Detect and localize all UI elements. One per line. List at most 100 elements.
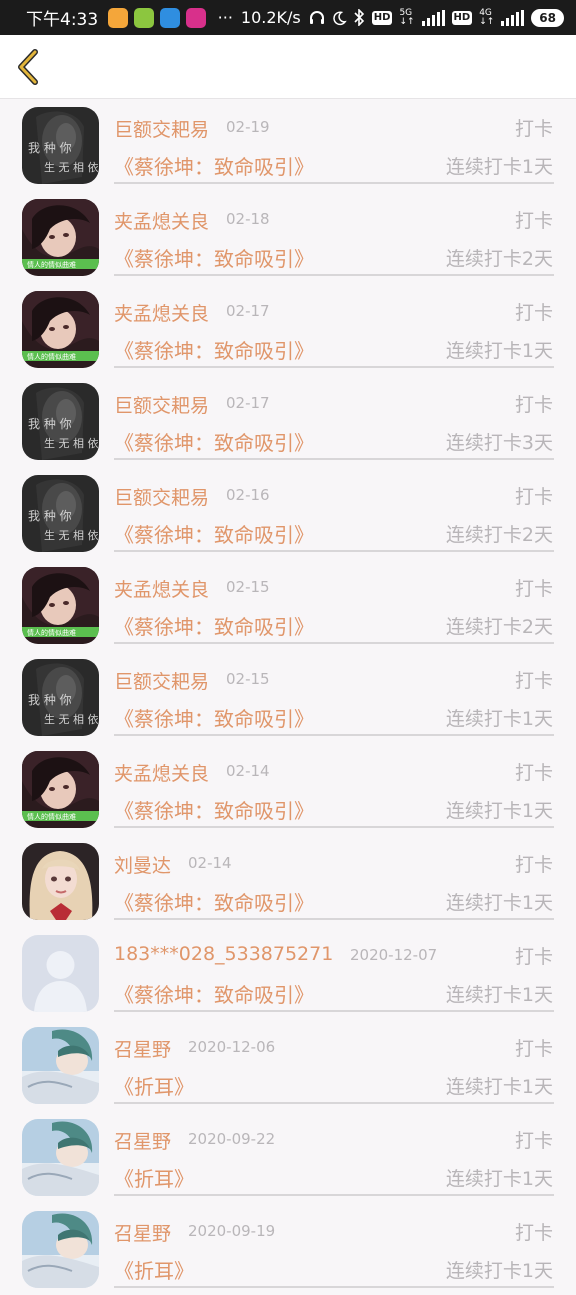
checkin-button[interactable]: 打卡 <box>515 850 553 877</box>
book-title-link[interactable]: 《蔡徐坤：致命吸引》 <box>114 795 314 824</box>
list-item[interactable]: 召星野 2020-09-19 打卡 《折耳》 连续打卡1天 <box>0 1203 576 1295</box>
checkin-button[interactable]: 打卡 <box>515 574 553 601</box>
checkin-streak: 连续打卡1天 <box>445 1076 553 1098</box>
user-name[interactable]: 夹孟熄关良 <box>114 207 209 234</box>
book-title-link[interactable]: 《蔡徐坤：致命吸引》 <box>114 979 314 1008</box>
more-notifications-icon: ··· <box>217 8 233 27</box>
book-title-link[interactable]: 《蔡徐坤：致命吸引》 <box>114 887 314 916</box>
user-name[interactable]: 巨额交耙易 <box>114 667 209 694</box>
avatar[interactable] <box>22 843 99 920</box>
divider <box>114 734 554 736</box>
checkin-date: 02-14 <box>188 854 232 872</box>
checkin-button[interactable]: 打卡 <box>515 1218 553 1245</box>
divider <box>114 366 554 368</box>
avatar[interactable] <box>22 1027 99 1104</box>
signal-strength-icon <box>501 9 525 26</box>
book-title-link[interactable]: 《蔡徐坤：致命吸引》 <box>114 519 314 548</box>
user-name[interactable]: 召星野 <box>114 1127 171 1154</box>
user-name[interactable]: 巨额交耙易 <box>114 391 209 418</box>
divider <box>114 1102 554 1104</box>
app-notification-icon <box>186 7 207 28</box>
svg-text:生 无 相 依: 生 无 相 依 <box>44 436 99 450</box>
avatar[interactable]: 我 种 你 生 无 相 依 <box>22 475 99 552</box>
list-item[interactable]: 我 种 你 生 无 相 依 巨额交耙易 02-19 打卡 《蔡徐坤：致命吸引》 连续打卡… <box>0 99 576 191</box>
checkin-button[interactable]: 打卡 <box>515 666 553 693</box>
svg-text:我 种 你: 我 种 你 <box>28 417 72 431</box>
checkin-button[interactable]: 打卡 <box>515 1126 553 1153</box>
svg-text:我 种 你: 我 种 你 <box>28 509 72 523</box>
checkin-button[interactable]: 打卡 <box>515 482 553 509</box>
book-title-link[interactable]: 《蔡徐坤：致命吸引》 <box>114 703 314 732</box>
divider <box>114 182 554 184</box>
book-title-link[interactable]: 《蔡徐坤：致命吸引》 <box>114 427 314 456</box>
avatar[interactable] <box>22 1119 99 1196</box>
nav-bar <box>0 35 576 99</box>
avatar[interactable]: 我 种 你 生 无 相 依 <box>22 107 99 184</box>
app-notification-icon <box>134 7 155 28</box>
list-item[interactable]: 召星野 2020-12-06 打卡《折耳》 连续打卡1天 <box>0 1019 576 1111</box>
checkin-date: 02-17 <box>226 302 270 320</box>
user-name[interactable]: 夹孟熄关良 <box>114 759 209 786</box>
checkin-button[interactable]: 打卡 <box>515 114 553 141</box>
checkin-list: 我 种 你 生 无 相 依 巨额交耙易 02-19 打卡 《蔡徐坤：致命吸引》 连续打卡… <box>0 99 576 1295</box>
checkin-button[interactable]: 打卡 <box>515 390 553 417</box>
list-item[interactable]: 183***028_533875271 2020-12-07 打卡《蔡徐坤：致命吸引… <box>0 927 576 1019</box>
book-title-link[interactable]: 《折耳》 <box>114 1163 194 1192</box>
user-name[interactable]: 夹孟熄关良 <box>114 299 209 326</box>
list-item[interactable]: 我 种 你 生 无 相 依 巨额交耙易 02-15 打卡 《蔡徐坤：致命吸引》 连续打卡… <box>0 651 576 743</box>
svg-text:我 种 你: 我 种 你 <box>28 141 72 155</box>
divider <box>114 642 554 644</box>
list-item[interactable]: 召星野 2020-09-22 打卡 《折耳》 连续打卡1天 <box>0 1111 576 1203</box>
list-item[interactable]: 情人的情似曲难 夹孟熄关良 02-15 打卡 《蔡徐坤：致命吸引》 连续打卡2天 <box>0 559 576 651</box>
svg-text:我 种 你: 我 种 你 <box>28 693 72 707</box>
avatar[interactable] <box>22 1211 99 1288</box>
avatar[interactable]: 情人的情似曲难 <box>22 567 99 644</box>
back-button[interactable] <box>10 47 46 87</box>
checkin-button[interactable]: 打卡 <box>515 298 553 325</box>
checkin-button[interactable]: 打卡 <box>515 942 553 969</box>
checkin-date: 2020-09-19 <box>188 1222 276 1240</box>
list-item[interactable]: 我 种 你 生 无 相 依 巨额交耙易 02-17 打卡 《蔡徐坤：致命吸引》 连续打卡… <box>0 375 576 467</box>
hd-badge: HD <box>371 10 393 25</box>
user-name[interactable]: 巨额交耙易 <box>114 483 209 510</box>
user-name[interactable]: 夹孟熄关良 <box>114 575 209 602</box>
avatar[interactable]: 情人的情似曲难 <box>22 291 99 368</box>
checkin-button[interactable]: 打卡 <box>515 758 553 785</box>
checkin-streak: 连续打卡1天 <box>445 800 553 822</box>
book-title-link[interactable]: 《蔡徐坤：致命吸引》 <box>114 243 314 272</box>
checkin-date: 02-16 <box>226 486 270 504</box>
avatar[interactable] <box>22 935 99 1012</box>
book-title-link[interactable]: 《蔡徐坤：致命吸引》 <box>114 151 314 180</box>
avatar[interactable]: 情人的情似曲难 <box>22 751 99 828</box>
user-name[interactable]: 巨额交耙易 <box>114 115 209 142</box>
svg-text:生 无 相 依: 生 无 相 依 <box>44 160 99 174</box>
book-title-link[interactable]: 《蔡徐坤：致命吸引》 <box>114 335 314 364</box>
list-item[interactable]: 情人的情似曲难 夹孟熄关良 02-18 打卡 《蔡徐坤：致命吸引》 连续打卡2天 <box>0 191 576 283</box>
list-item[interactable]: 情人的情似曲难 夹孟熄关良 02-14 打卡 《蔡徐坤：致命吸引》 连续打卡1天 <box>0 743 576 835</box>
divider <box>114 918 554 920</box>
checkin-date: 2020-12-06 <box>188 1038 276 1056</box>
list-item[interactable]: 情人的情似曲难 夹孟熄关良 02-17 打卡《蔡徐坤：致命吸引》 连续打卡1天 <box>0 283 576 375</box>
network-arrows: ↓↑ <box>399 16 415 27</box>
svg-text:生 无 相 依: 生 无 相 依 <box>44 528 99 542</box>
checkin-streak: 连续打卡1天 <box>445 984 553 1006</box>
checkin-button[interactable]: 打卡 <box>515 1034 553 1061</box>
user-name[interactable]: 刘曼达 <box>114 851 171 878</box>
user-name[interactable]: 183***028_533875271 <box>114 943 333 965</box>
network-arrows: ↓↑ <box>479 16 495 27</box>
checkin-date: 2020-12-07 <box>350 946 438 964</box>
avatar[interactable]: 情人的情似曲难 <box>22 199 99 276</box>
checkin-streak: 连续打卡1天 <box>445 340 553 362</box>
checkin-button[interactable]: 打卡 <box>515 206 553 233</box>
svg-text:情人的情似曲难: 情人的情似曲难 <box>27 352 76 361</box>
user-name[interactable]: 召星野 <box>114 1219 171 1246</box>
checkin-streak: 连续打卡1天 <box>445 892 553 914</box>
signal-strength-icon <box>421 9 445 26</box>
avatar[interactable]: 我 种 你 生 无 相 依 <box>22 659 99 736</box>
avatar[interactable]: 我 种 你 生 无 相 依 <box>22 383 99 460</box>
list-item[interactable]: 刘曼达 02-14 打卡《蔡徐坤：致命吸引》 连续打卡1天 <box>0 835 576 927</box>
book-title-link[interactable]: 《折耳》 <box>114 1071 194 1100</box>
list-item[interactable]: 我 种 你 生 无 相 依 巨额交耙易 02-16 打卡 《蔡徐坤：致命吸引》 连续打卡… <box>0 467 576 559</box>
book-title-link[interactable]: 《蔡徐坤：致命吸引》 <box>114 611 314 640</box>
user-name[interactable]: 召星野 <box>114 1035 171 1062</box>
